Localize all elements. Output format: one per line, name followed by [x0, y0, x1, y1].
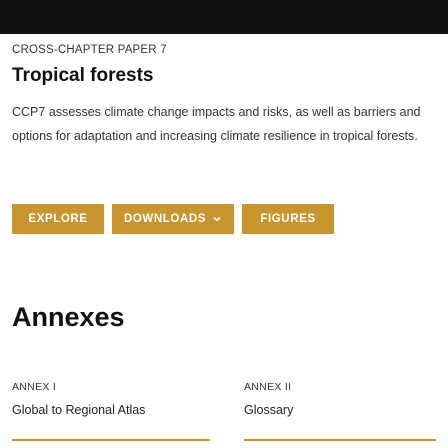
annexes-heading: Annexes — [12, 302, 125, 332]
annex-label: ANNEX I — [12, 381, 57, 393]
annex-title-link[interactable]: Glossary — [244, 402, 434, 418]
annex-underline-1 — [12, 439, 210, 441]
chapter-description: CCP7 assesses climate change impacts and… — [12, 105, 421, 143]
chevron-down-icon — [212, 214, 222, 224]
annex-title-link[interactable]: Global to Regional Atlas — [12, 402, 202, 418]
chapter-header: CROSS-CHAPTER PAPER 7 Tropical forests C… — [12, 42, 436, 148]
hero-image-band — [0, 0, 448, 34]
annex-card-1[interactable]: ANNEX I Global to Regional Atlas — [12, 380, 202, 418]
annex-card-2[interactable]: ANNEX II Glossary — [244, 380, 434, 418]
downloads-button-label: DOWNLOADS — [123, 213, 207, 225]
figures-button-label: FIGURES — [260, 213, 316, 225]
figures-button[interactable]: FIGURES — [242, 204, 334, 234]
explore-button-label: EXPLORE — [28, 213, 88, 225]
chapter-eyebrow: CROSS-CHAPTER PAPER 7 — [12, 44, 167, 56]
action-buttons: EXPLORE DOWNLOADS FIGURES — [12, 204, 334, 234]
page-title: Tropical forests — [12, 65, 154, 86]
explore-button[interactable]: EXPLORE — [12, 204, 104, 234]
annex-label: ANNEX II — [244, 381, 292, 393]
downloads-button[interactable]: DOWNLOADS — [112, 204, 234, 234]
annex-underline-2 — [244, 439, 436, 441]
